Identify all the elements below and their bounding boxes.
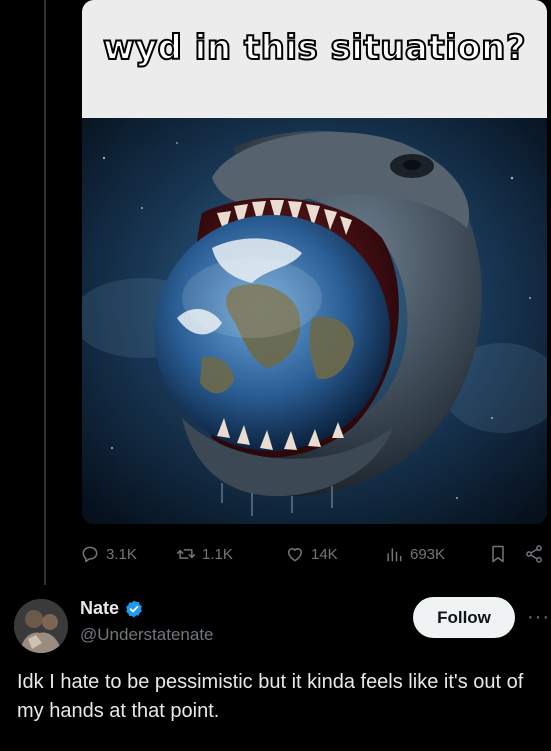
share-icon [526, 545, 542, 563]
reply-count: 3.1K [106, 545, 137, 563]
repost-arrows-icon [176, 549, 196, 559]
post-action-bar: 3.1K 1.1K 14K 693K [80, 540, 551, 570]
more-options-icon[interactable]: ··· [527, 606, 550, 629]
avatar-image [14, 599, 68, 653]
share-button[interactable] [524, 540, 544, 568]
verified-badge-icon [124, 599, 144, 619]
avatar[interactable] [14, 599, 68, 653]
bar-chart-icon [387, 548, 402, 562]
thread-connector-line [44, 0, 46, 585]
image-caption: wyd in this situation? [102, 27, 527, 69]
repost-count: 1.1K [202, 545, 233, 563]
speech-bubble-icon [82, 546, 98, 563]
reply-text: Idk I hate to be pessimistic but it kind… [17, 671, 524, 722]
like-count: 14K [311, 545, 338, 563]
views-button[interactable]: 693K [384, 540, 445, 568]
reply-button[interactable]: 3.1K [80, 540, 137, 568]
heart-icon [288, 548, 302, 562]
bookmark-button[interactable] [488, 540, 508, 568]
author-handle[interactable]: @Understatenate [80, 625, 214, 645]
monster-eating-earth-illustration [82, 118, 547, 524]
author-name[interactable]: Nate [80, 598, 119, 619]
like-button[interactable]: 14K [285, 540, 338, 568]
follow-button[interactable]: Follow [413, 597, 515, 638]
post-image[interactable]: wyd in this situation? [82, 0, 547, 524]
bookmark-icon [492, 545, 504, 563]
repost-button[interactable]: 1.1K [176, 540, 233, 568]
view-count: 693K [410, 545, 446, 563]
author-row: Nate [80, 598, 144, 619]
